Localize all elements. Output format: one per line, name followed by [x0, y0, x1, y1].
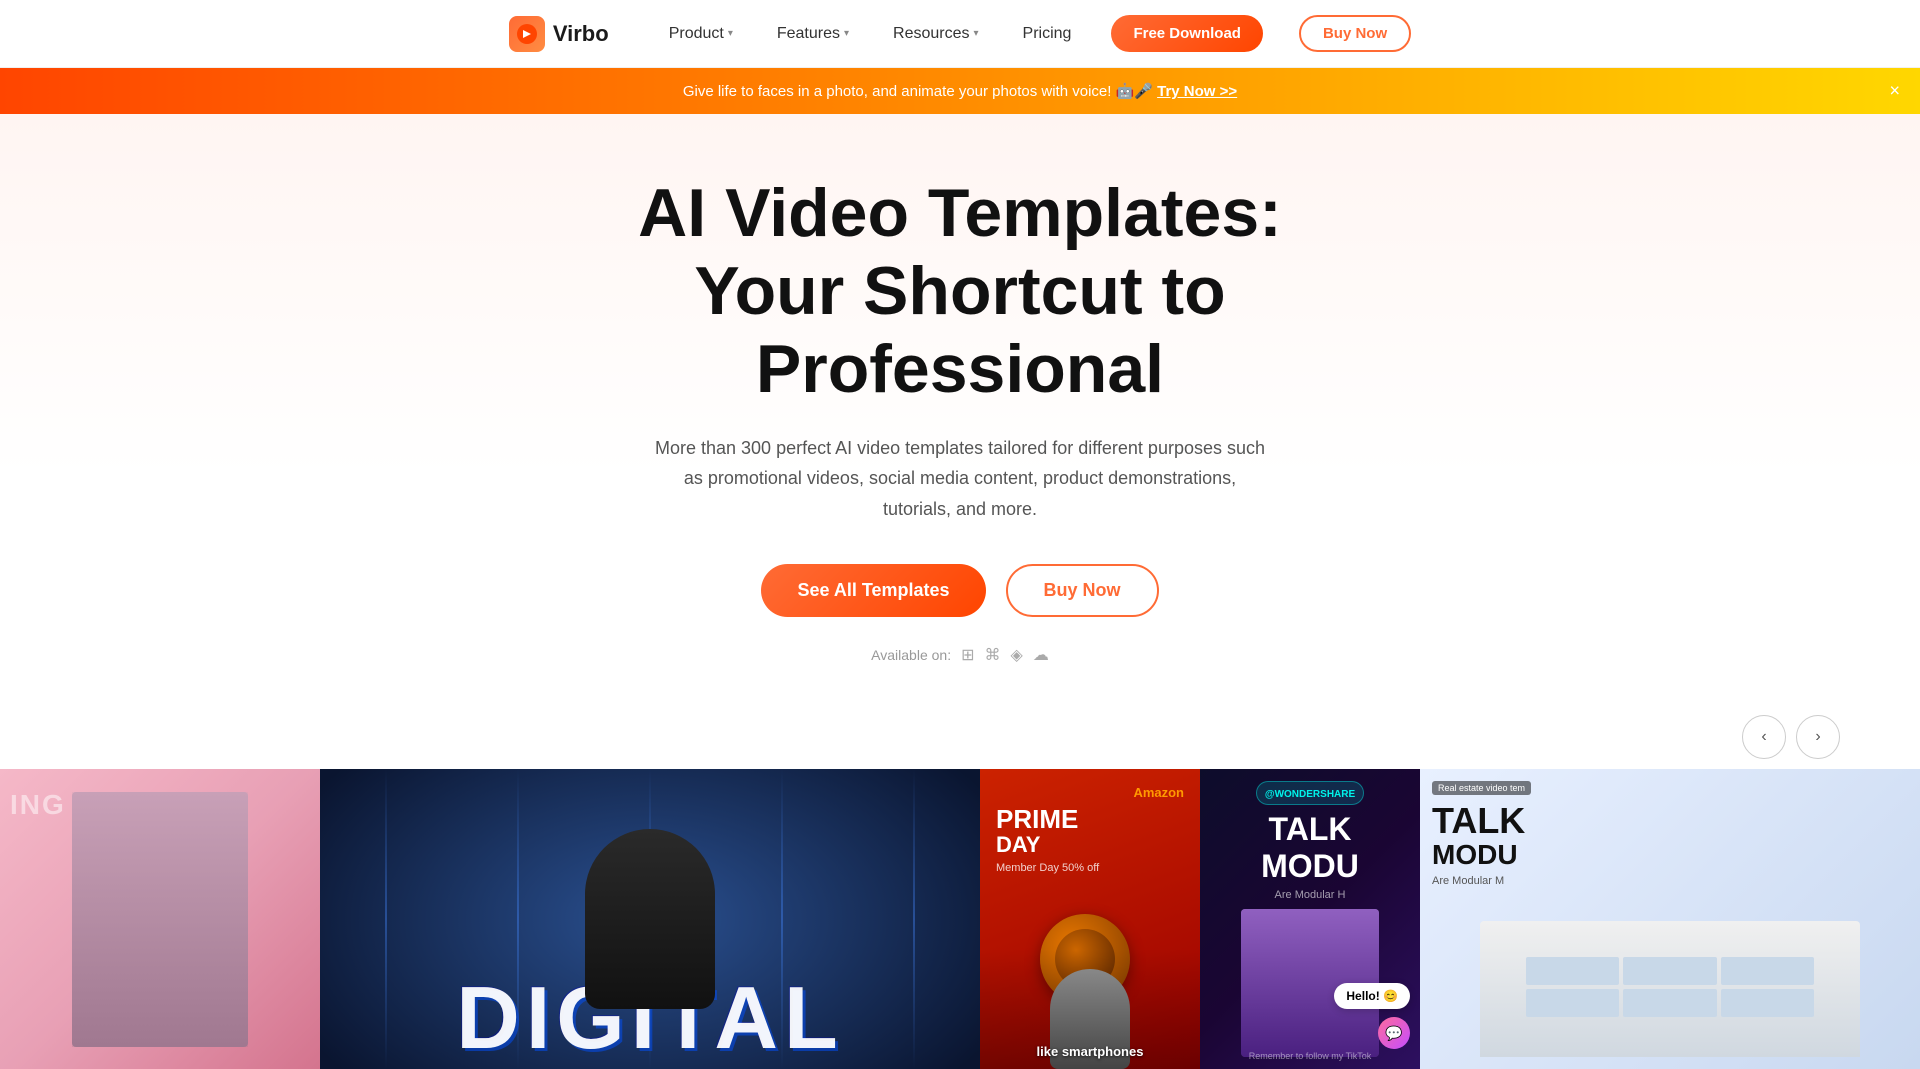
- see-all-templates-button[interactable]: See All Templates: [761, 564, 985, 617]
- logo[interactable]: Virbo: [509, 16, 609, 52]
- prime-day-text: DAY: [996, 832, 1184, 858]
- like-smartphones-text: like smartphones: [980, 1044, 1200, 1059]
- logo-icon: [509, 16, 545, 52]
- prev-arrow-icon: ‹: [1761, 728, 1766, 746]
- prime-text: PRIME: [996, 806, 1184, 832]
- nav-resources-label: Resources: [893, 25, 969, 43]
- talk-text: TALK: [1269, 811, 1352, 848]
- announcement-text: Give life to faces in a photo, and anima…: [683, 83, 1153, 100]
- nav-pricing[interactable]: Pricing: [1019, 17, 1076, 51]
- free-download-button[interactable]: Free Download: [1111, 15, 1263, 52]
- features-chevron-icon: ▾: [844, 28, 849, 39]
- available-on: Available on: ⊞ ⌘ ◈ ☁: [20, 645, 1900, 665]
- hero-title: AI Video Templates: Your Shortcut to Pro…: [510, 174, 1410, 409]
- tiktok-handle: @WONDERSHARE: [1265, 789, 1355, 800]
- ios-icon: ⌘: [985, 645, 1001, 665]
- nav-product-label: Product: [669, 25, 724, 43]
- product-chevron-icon: ▾: [728, 28, 733, 39]
- remember-text: Remember to follow my TikTok: [1200, 1051, 1420, 1061]
- carousel-next-button[interactable]: ›: [1796, 715, 1840, 759]
- carousel-navigation: ‹ ›: [0, 715, 1920, 759]
- card-tiktok[interactable]: @WONDERSHARE TALK MODU Are Modular H Hel…: [1200, 769, 1420, 1069]
- modular-big: MODU: [1432, 839, 1908, 871]
- card-amazon[interactable]: Amazon PRIME DAY Member Day 50% off like…: [980, 769, 1200, 1069]
- hero-subtitle: More than 300 perfect AI video templates…: [650, 433, 1270, 525]
- hero-title-line2: Your Shortcut to Professional: [694, 253, 1225, 407]
- resources-chevron-icon: ▾: [974, 28, 979, 39]
- web-icon: ☁: [1033, 645, 1049, 665]
- announcement-cta[interactable]: Try Now >>: [1157, 83, 1237, 100]
- video-cards-row: ING DIGITAL Amazon: [0, 769, 1920, 1069]
- nav-pricing-label: Pricing: [1023, 25, 1072, 43]
- nav-product[interactable]: Product ▾: [665, 17, 737, 51]
- hero-buy-now-button[interactable]: Buy Now: [1006, 564, 1159, 617]
- modular-desc: Are Modular M: [1432, 875, 1908, 887]
- next-arrow-icon: ›: [1815, 728, 1820, 746]
- modu-text: MODU: [1261, 848, 1359, 885]
- card-pink[interactable]: ING: [0, 769, 320, 1069]
- nav-features[interactable]: Features ▾: [773, 17, 853, 51]
- pink-card-text: ING: [10, 789, 66, 821]
- chat-icon: 💬: [1378, 1017, 1410, 1049]
- available-on-label: Available on:: [871, 647, 951, 663]
- carousel-prev-button[interactable]: ‹: [1742, 715, 1786, 759]
- announcement-close-button[interactable]: ×: [1889, 81, 1900, 102]
- modular-sub: Are Modular H: [1275, 889, 1346, 901]
- announcement-bar: Give life to faces in a photo, and anima…: [0, 68, 1920, 114]
- member-day-text: Member Day 50% off: [996, 862, 1184, 874]
- navbar: Virbo Product ▾ Features ▾ Resources ▾ P…: [0, 0, 1920, 68]
- amazon-badge: Amazon: [1133, 785, 1184, 800]
- buy-now-button[interactable]: Buy Now: [1299, 15, 1411, 52]
- nav-features-label: Features: [777, 25, 840, 43]
- hero-title-line1: AI Video Templates:: [638, 175, 1282, 251]
- windows-icon: ⊞: [961, 645, 974, 665]
- hero-section: AI Video Templates: Your Shortcut to Pro…: [0, 114, 1920, 715]
- logo-text: Virbo: [553, 21, 609, 47]
- nav-resources[interactable]: Resources ▾: [889, 17, 983, 51]
- real-estate-tag: Real estate video tem: [1432, 781, 1531, 795]
- hero-buttons: See All Templates Buy Now: [20, 564, 1900, 617]
- talk-big: TALK: [1432, 803, 1908, 839]
- hello-bubble: Hello! 😊: [1334, 983, 1410, 1009]
- android-icon: ◈: [1011, 645, 1023, 665]
- card-real-estate[interactable]: Real estate video tem TALK MODU Are Modu…: [1420, 769, 1920, 1069]
- card-main[interactable]: DIGITAL: [320, 769, 980, 1069]
